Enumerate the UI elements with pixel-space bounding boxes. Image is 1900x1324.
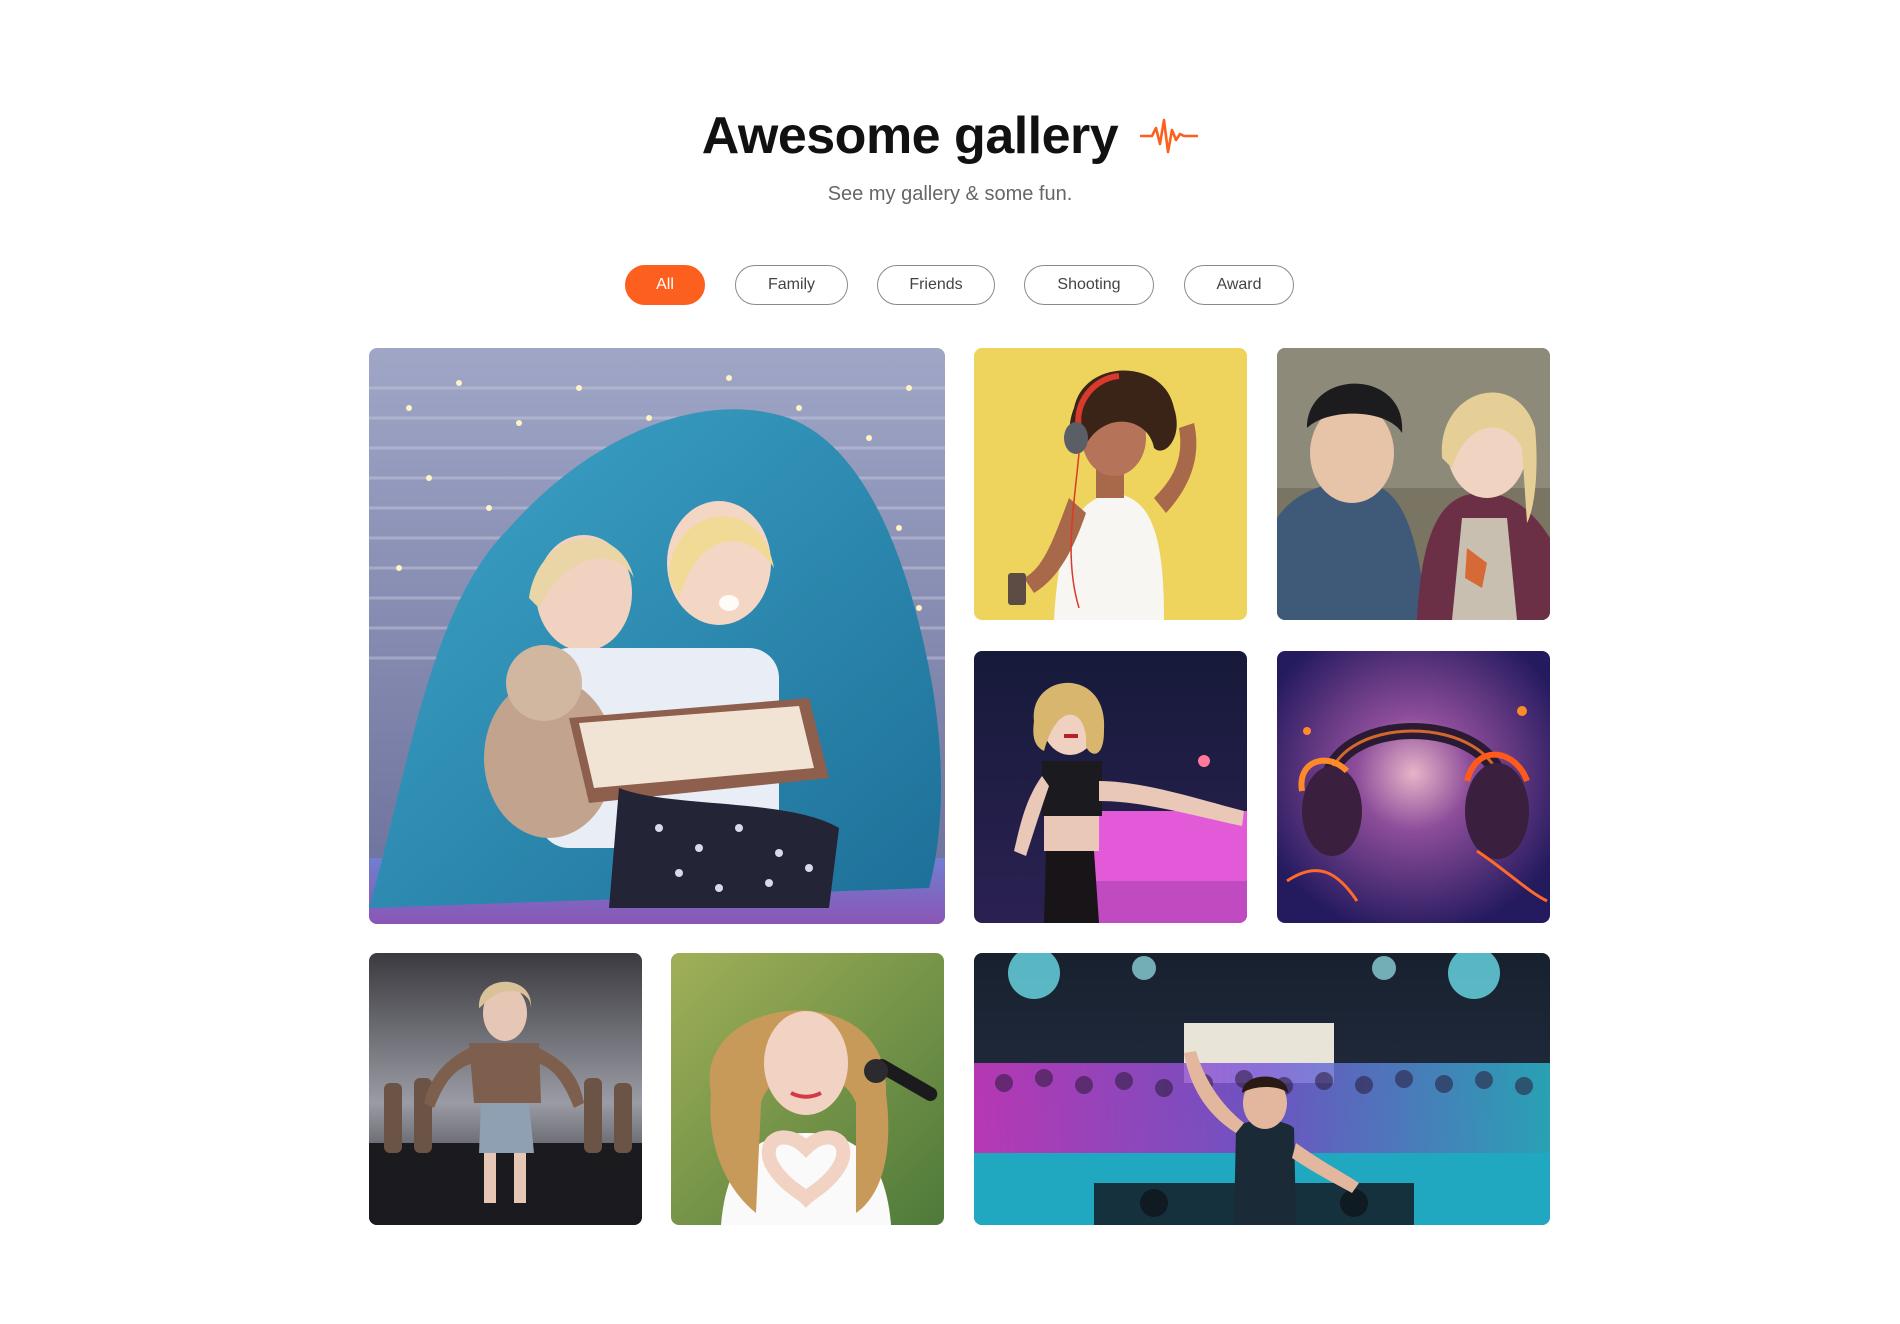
photo-dancer-music-video[interactable] bbox=[369, 953, 642, 1225]
filter-friends-button[interactable]: Friends bbox=[877, 265, 995, 305]
filter-shooting-button[interactable]: Shooting bbox=[1024, 265, 1154, 305]
filter-all-button[interactable]: All bbox=[625, 265, 705, 305]
photo-singer-heart-hands[interactable] bbox=[671, 953, 944, 1225]
photo-singer-concert-stage[interactable] bbox=[974, 651, 1247, 923]
heartbeat-wave-icon bbox=[1139, 116, 1199, 156]
photo-dj-crowd-concert[interactable] bbox=[974, 953, 1550, 1225]
title-row: Awesome gallery bbox=[0, 100, 1900, 172]
photo-mother-daughter-blanket[interactable] bbox=[369, 348, 945, 924]
photo-fiery-headphones[interactable] bbox=[1277, 651, 1550, 923]
filter-bar: All Family Friends Shooting Award bbox=[0, 265, 1900, 307]
page-title: Awesome gallery bbox=[701, 107, 1119, 165]
photo-woman-headphones-yellow[interactable] bbox=[974, 348, 1247, 620]
filter-family-button[interactable]: Family bbox=[735, 265, 848, 305]
filter-award-button[interactable]: Award bbox=[1184, 265, 1294, 305]
page-subtitle: See my gallery & some fun. bbox=[827, 183, 1073, 205]
photo-couple-beanie[interactable] bbox=[1277, 348, 1550, 620]
